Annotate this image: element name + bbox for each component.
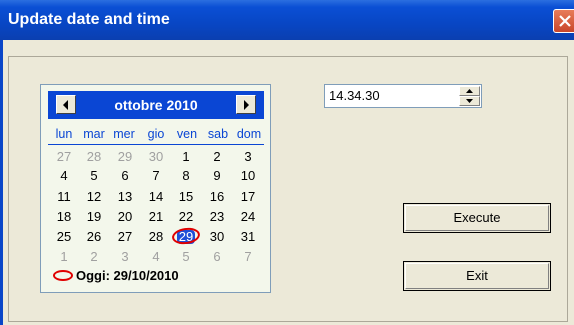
calendar-day[interactable]: 15 <box>171 189 201 204</box>
weekday-label: sab <box>207 127 229 141</box>
exit-button[interactable]: Exit <box>403 261 551 291</box>
calendar-day[interactable]: 2 <box>202 149 232 164</box>
arrow-down-icon <box>466 99 473 103</box>
calendar-day[interactable]: 18 <box>49 209 79 224</box>
weekday-label: dom <box>236 127 262 141</box>
window-title: Update date and time <box>8 11 170 28</box>
time-picker[interactable]: 14.34.30 <box>324 84 482 108</box>
calendar-day[interactable]: 8 <box>171 168 201 183</box>
calendar-day[interactable]: 28 <box>79 149 109 164</box>
calendar-day[interactable]: 4 <box>141 249 171 264</box>
calendar-day[interactable]: 1 <box>49 249 79 264</box>
calendar-day[interactable]: 10 <box>233 168 263 183</box>
weekday-label: lun <box>55 127 73 141</box>
spin-down-button[interactable] <box>459 96 480 106</box>
calendar-day[interactable]: 5 <box>79 168 109 183</box>
title-bar[interactable]: Update date and time <box>0 0 574 40</box>
calendar-day-selected[interactable]: 29 <box>171 229 201 244</box>
arrow-up-icon <box>466 89 473 93</box>
calendar-day[interactable]: 14 <box>141 189 171 204</box>
today-link[interactable]: Oggi: 29/10/2010 <box>76 268 179 283</box>
weekday-label: ven <box>176 127 198 141</box>
calendar-day[interactable]: 21 <box>141 209 171 224</box>
calendar-day[interactable]: 11 <box>49 189 79 204</box>
calendar-day[interactable]: 24 <box>233 209 263 224</box>
calendar-day[interactable]: 19 <box>79 209 109 224</box>
calendar-day[interactable]: 13 <box>110 189 140 204</box>
calendar-day[interactable]: 27 <box>49 149 79 164</box>
calendar-day[interactable]: 26 <box>79 229 109 244</box>
time-value[interactable]: 14.34.30 <box>329 88 380 103</box>
calendar-day[interactable]: 31 <box>233 229 263 244</box>
close-icon <box>559 15 571 27</box>
calendar-day[interactable]: 17 <box>233 189 263 204</box>
month-title[interactable]: ottobre 2010 <box>48 97 264 113</box>
calendar-day[interactable]: 2 <box>79 249 109 264</box>
spin-up-button[interactable] <box>459 86 480 96</box>
calendar-day[interactable]: 3 <box>233 149 263 164</box>
calendar-day[interactable]: 22 <box>171 209 201 224</box>
execute-button[interactable]: Execute <box>403 203 551 233</box>
weekday-header: lun mar mer gio ven sab dom <box>48 127 264 145</box>
calendar-day[interactable]: 6 <box>202 249 232 264</box>
weekday-label: mar <box>83 127 105 141</box>
calendar-day[interactable]: 28 <box>141 229 171 244</box>
calendar-day[interactable]: 6 <box>110 168 140 183</box>
calendar-day[interactable]: 30 <box>141 149 171 164</box>
execute-label: Execute <box>453 210 501 225</box>
calendar-day[interactable]: 29 <box>110 149 140 164</box>
close-button[interactable] <box>553 9 574 33</box>
today-marker-icon <box>53 270 73 281</box>
weekday-label: mer <box>113 127 135 141</box>
calendar-day[interactable]: 12 <box>79 189 109 204</box>
calendar-day[interactable]: 4 <box>49 168 79 183</box>
calendar-day[interactable]: 7 <box>141 168 171 183</box>
calendar-header: ottobre 2010 <box>48 91 264 119</box>
window-frame <box>0 40 3 325</box>
calendar-day[interactable]: 9 <box>202 168 232 183</box>
calendar-day[interactable]: 25 <box>49 229 79 244</box>
calendar-day[interactable]: 1 <box>171 149 201 164</box>
calendar-day[interactable]: 7 <box>233 249 263 264</box>
time-spinner[interactable] <box>459 86 480 106</box>
next-month-button[interactable] <box>236 95 256 114</box>
calendar-day[interactable]: 3 <box>110 249 140 264</box>
update-date-time-window: Update date and time ottobre 2010 lun ma… <box>0 0 574 325</box>
calendar-day[interactable]: 5 <box>171 249 201 264</box>
calendar-day[interactable]: 30 <box>202 229 232 244</box>
calendar-day[interactable]: 16 <box>202 189 232 204</box>
calendar-day[interactable]: 27 <box>110 229 140 244</box>
calendar-day[interactable]: 23 <box>202 209 232 224</box>
weekday-label: gio <box>147 127 165 141</box>
arrow-right-icon <box>244 100 249 110</box>
exit-label: Exit <box>466 268 488 283</box>
calendar-day[interactable]: 20 <box>110 209 140 224</box>
